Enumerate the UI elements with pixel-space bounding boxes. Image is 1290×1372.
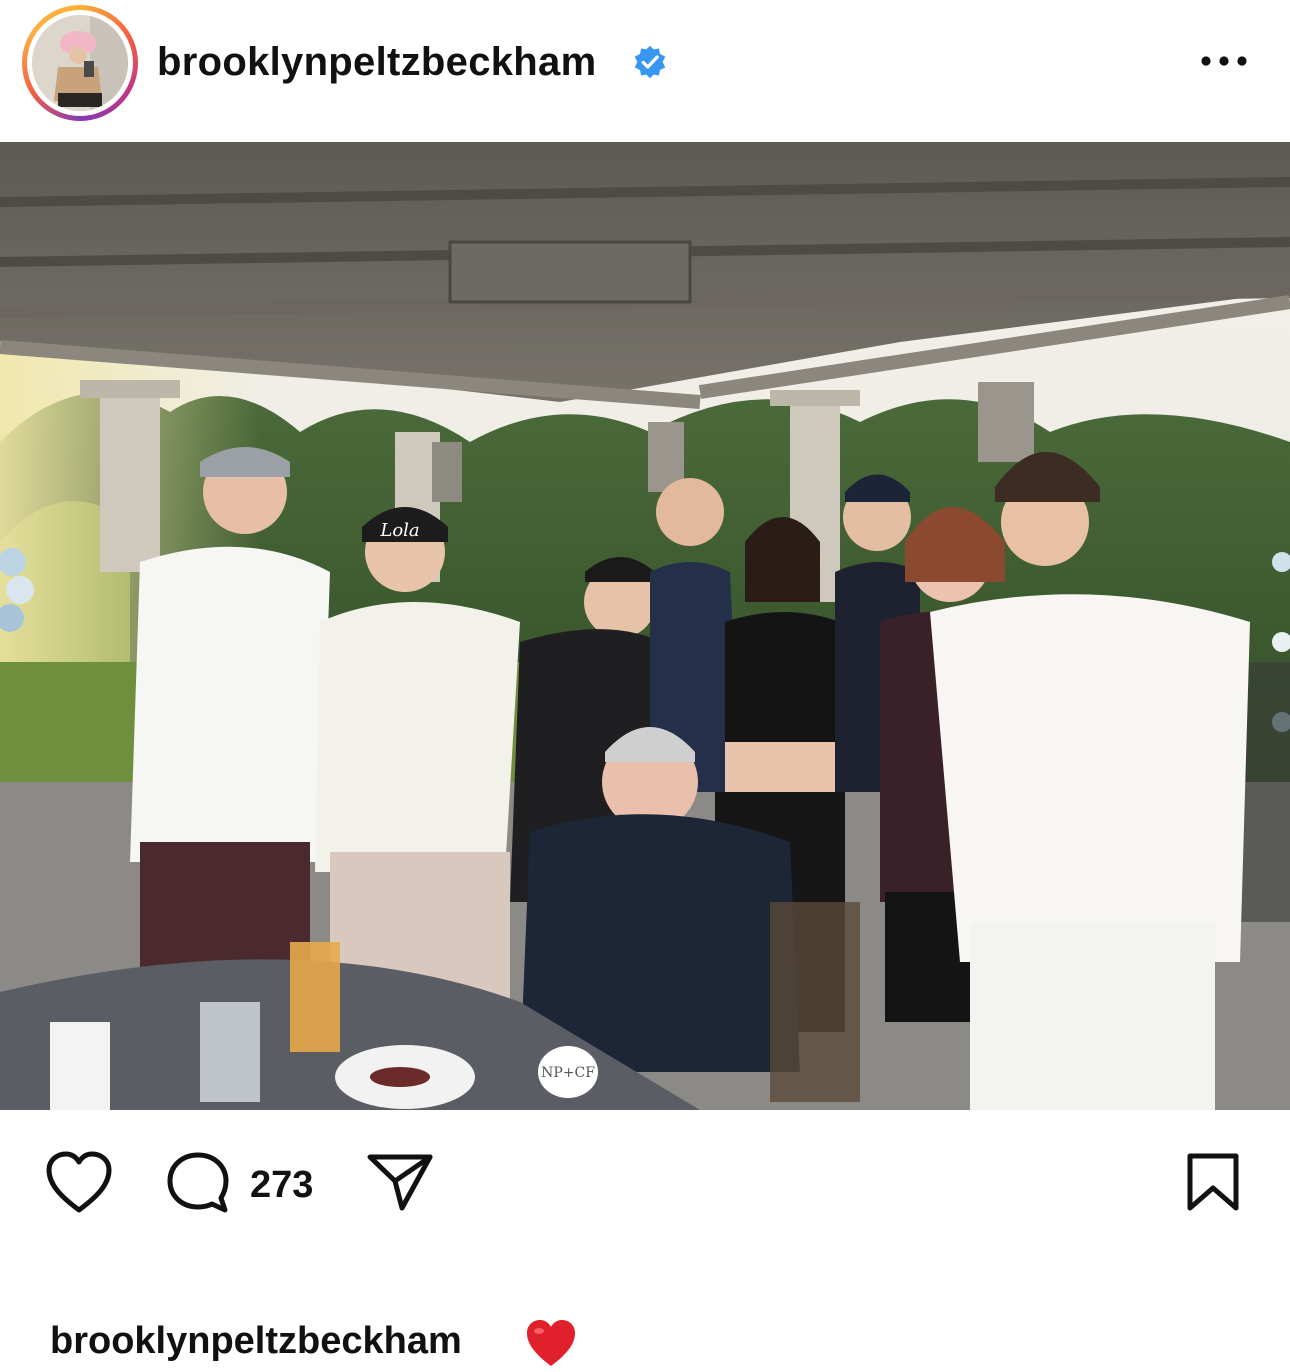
comment-icon[interactable] <box>164 1150 234 1216</box>
post-image[interactable]: NP+CF Lola <box>0 142 1290 1110</box>
hat-text: Lola <box>379 520 419 541</box>
bookmark-icon[interactable] <box>1185 1152 1241 1212</box>
more-horizontal-icon[interactable] <box>1198 48 1250 74</box>
paper-plane-icon[interactable] <box>366 1152 434 1212</box>
red-heart-emoji-icon <box>527 1320 575 1366</box>
post-username[interactable]: brooklynpeltzbeckham <box>157 38 596 86</box>
story-ring-avatar[interactable] <box>22 5 138 121</box>
cake-topper-text: NP+CF <box>541 1065 595 1081</box>
post-header: brooklynpeltzbeckham <box>0 0 1290 140</box>
avatar <box>32 15 128 111</box>
caption-username[interactable]: brooklynpeltzbeckham <box>50 1318 462 1364</box>
verified-badge-icon <box>634 45 666 79</box>
comment-count: 273 <box>250 1164 314 1206</box>
heart-outline-icon[interactable] <box>44 1150 114 1216</box>
